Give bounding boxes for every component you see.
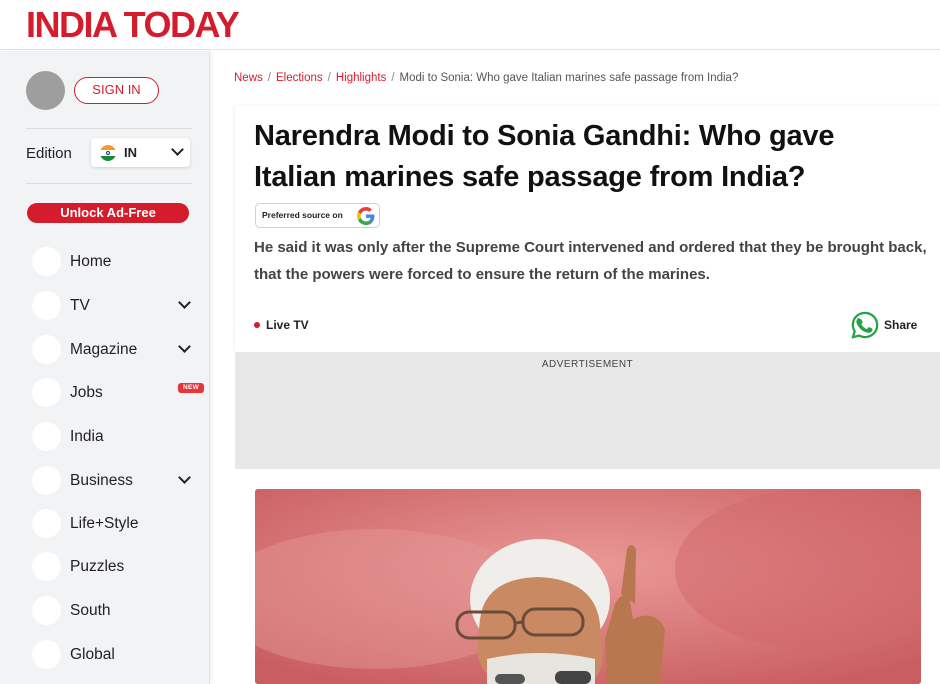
breadcrumb-highlights[interactable]: Highlights bbox=[336, 72, 387, 84]
google-logo-icon bbox=[357, 207, 375, 225]
nav-icon bbox=[32, 247, 61, 276]
edition-value: IN bbox=[124, 145, 137, 160]
sidebar-item-tv[interactable]: TV bbox=[32, 291, 207, 321]
sidebar-item-label: Life+Style bbox=[70, 515, 139, 532]
whatsapp-icon bbox=[851, 311, 879, 339]
advertisement-slot: ADVERTISEMENT bbox=[235, 352, 940, 469]
nav-icon bbox=[32, 291, 61, 320]
advertisement-label: ADVERTISEMENT bbox=[541, 359, 634, 370]
sidebar-item-jobs[interactable]: Jobs NEW bbox=[32, 378, 207, 408]
preferred-source-button[interactable]: Preferred source on bbox=[255, 203, 380, 228]
live-dot-icon bbox=[254, 322, 260, 328]
avatar[interactable] bbox=[26, 71, 65, 110]
breadcrumb-news[interactable]: News bbox=[234, 72, 263, 84]
chevron-down-icon[interactable] bbox=[178, 296, 191, 309]
hero-illustration bbox=[255, 489, 921, 684]
sidebar-item-global[interactable]: Global bbox=[32, 640, 207, 670]
sidebar-item-puzzles[interactable]: Puzzles bbox=[32, 552, 207, 582]
breadcrumb-elections[interactable]: Elections bbox=[276, 72, 323, 84]
india-flag-icon bbox=[100, 145, 116, 161]
sidebar-item-label: Puzzles bbox=[70, 558, 125, 575]
nav-icon bbox=[32, 596, 61, 625]
sidebar-item-label: Magazine bbox=[70, 341, 138, 358]
share-label: Share bbox=[884, 318, 918, 332]
sidebar-item-magazine[interactable]: Magazine bbox=[32, 335, 207, 365]
nav-icon bbox=[32, 552, 61, 581]
sidebar-item-label: South bbox=[70, 602, 111, 619]
sidebar-item-label: Business bbox=[70, 472, 133, 489]
live-tv-label: Live TV bbox=[266, 318, 309, 332]
chevron-down-icon[interactable] bbox=[178, 340, 191, 353]
divider bbox=[26, 183, 192, 184]
article-headline: Narendra Modi to Sonia Gandhi: Who gave … bbox=[254, 120, 835, 193]
nav-icon bbox=[32, 378, 61, 407]
breadcrumb-current: Modi to Sonia: Who gave Italian marines … bbox=[399, 72, 739, 84]
sidebar-item-lifestyle[interactable]: Life+Style bbox=[32, 509, 207, 539]
article-summary: He said it was only after the Supreme Co… bbox=[254, 239, 927, 283]
sidebar-item-india[interactable]: India bbox=[32, 422, 207, 452]
breadcrumb: News / Elections / Highlights / Modi to Sonia:… bbox=[234, 72, 739, 84]
sidebar-item-label: Home bbox=[70, 253, 112, 270]
nav-icon bbox=[32, 466, 61, 495]
article-hero-image bbox=[255, 489, 921, 684]
chevron-down-icon[interactable] bbox=[178, 471, 191, 484]
live-tv-link[interactable]: Live TV bbox=[254, 318, 309, 332]
india-today-logo[interactable]: INDIA TODAY bbox=[26, 4, 240, 46]
sidebar-item-label: Global bbox=[70, 646, 115, 663]
share-button[interactable]: Share bbox=[850, 310, 930, 342]
new-badge: NEW bbox=[178, 383, 204, 393]
sidebar-item-label: India bbox=[70, 428, 104, 445]
edition-select[interactable]: IN bbox=[91, 138, 190, 167]
sidebar-item-home[interactable]: Home bbox=[32, 247, 207, 277]
divider bbox=[26, 128, 192, 129]
top-header: INDIA TODAY bbox=[0, 0, 940, 50]
sidebar-item-south[interactable]: South bbox=[32, 596, 207, 626]
nav-icon bbox=[32, 640, 61, 669]
unlock-ad-free-button[interactable]: Unlock Ad-Free bbox=[27, 203, 189, 223]
sidebar-item-label: Jobs bbox=[70, 384, 103, 401]
sidebar-item-business[interactable]: Business bbox=[32, 466, 207, 496]
preferred-source-label: Preferred source on bbox=[262, 210, 343, 220]
edition-label: Edition bbox=[26, 145, 72, 162]
sign-in-button[interactable]: SIGN IN bbox=[74, 77, 159, 104]
nav-icon bbox=[32, 335, 61, 364]
chevron-down-icon bbox=[171, 143, 184, 156]
nav-icon bbox=[32, 422, 61, 451]
sidebar-item-label: TV bbox=[70, 297, 90, 314]
nav-icon bbox=[32, 509, 61, 538]
sidebar: SIGN IN Edition IN Unlock Ad-Free Home T… bbox=[0, 51, 210, 684]
